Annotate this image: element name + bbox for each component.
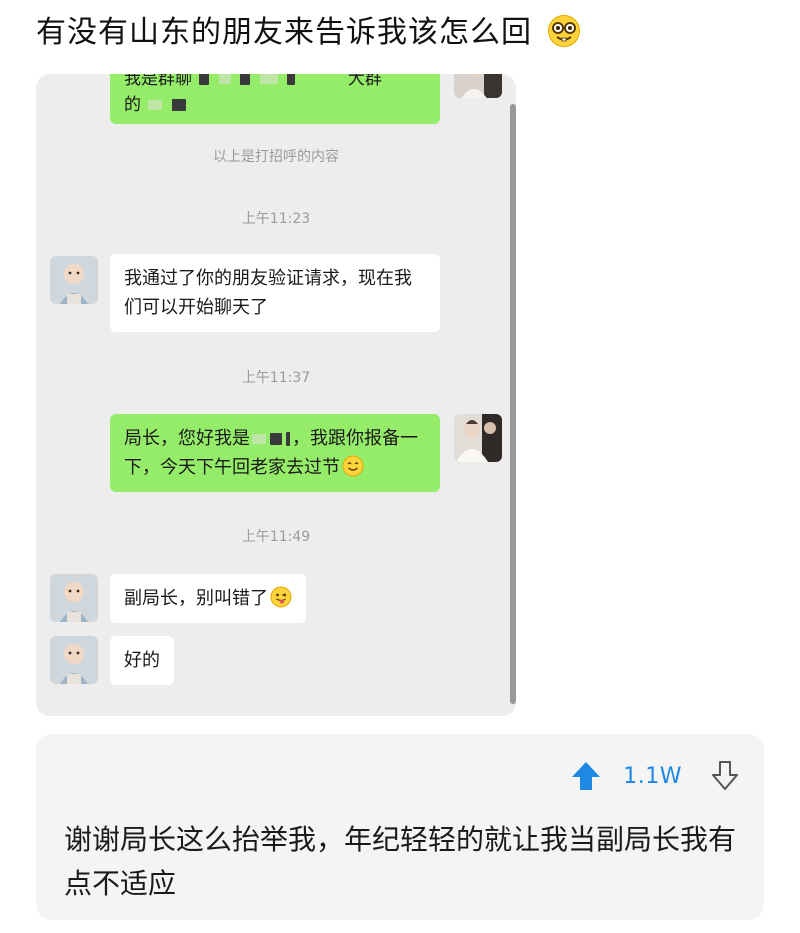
message-text-part1: 局长，您好我是 [124, 428, 250, 449]
self-avatar-top[interactable] [454, 74, 502, 98]
smile-icon [342, 455, 364, 477]
vote-count: 1.1W [623, 763, 682, 789]
contact-avatar[interactable] [50, 256, 98, 304]
message-text: 好的 [124, 650, 160, 671]
post-title: 有没有山东的朋友来告诉我该怎么回 [36, 10, 581, 56]
message-text: 副局长，别叫错了 [124, 588, 268, 609]
wink-tongue-icon [270, 586, 292, 608]
upvote-arrow-icon[interactable] [569, 759, 603, 793]
chat-bubble-contact-2: 副局长，别叫错了 [110, 574, 306, 623]
timestamp-2: 上午11:37 [241, 370, 311, 386]
comment-text: 谢谢局长这么抬举我，年纪轻轻的就让我当副局长我有点不适应 [64, 823, 737, 900]
contact-avatar[interactable] [50, 574, 98, 622]
partial-text-1: 我是群聊 [124, 74, 192, 89]
timestamp-1: 上午11:23 [241, 211, 311, 227]
partial-text-1-end: 大群 [347, 74, 382, 89]
chat-bubble-partial-top: 我是群聊 大群 的 [110, 74, 440, 124]
downvote-arrow-icon[interactable] [710, 759, 740, 793]
self-avatar[interactable] [454, 414, 502, 462]
message-text: 我通过了你的朋友验证请求，现在我们可以开始聊天了 [124, 268, 412, 318]
chat-bubble-contact-1: 我通过了你的朋友验证请求，现在我们可以开始聊天了 [110, 254, 440, 332]
timestamp-3: 上午11:49 [241, 529, 311, 545]
vote-row: 1.1W [569, 756, 740, 796]
nerd-face-icon [547, 14, 581, 48]
chat-screenshot: 我是群聊 大群 的 以上是打招呼的内容 上午11:23 我通过了你的朋友验证请求… [36, 74, 516, 716]
greeting-note: 以上是打招呼的内容 [213, 149, 339, 165]
chat-bubble-self: 局长，您好我是 ，我跟你报备一下，今天下午回老家去过节 [110, 414, 440, 492]
scrollbar [510, 104, 516, 704]
post-title-text: 有没有山东的朋友来告诉我该怎么回 [36, 15, 532, 50]
contact-avatar[interactable] [50, 636, 98, 684]
chat-bubble-contact-3: 好的 [110, 636, 174, 685]
comment-card: 1.1W 谢谢局长这么抬举我，年纪轻轻的就让我当副局长我有点不适应 [36, 734, 764, 920]
partial-text-2: 的 [124, 95, 141, 115]
